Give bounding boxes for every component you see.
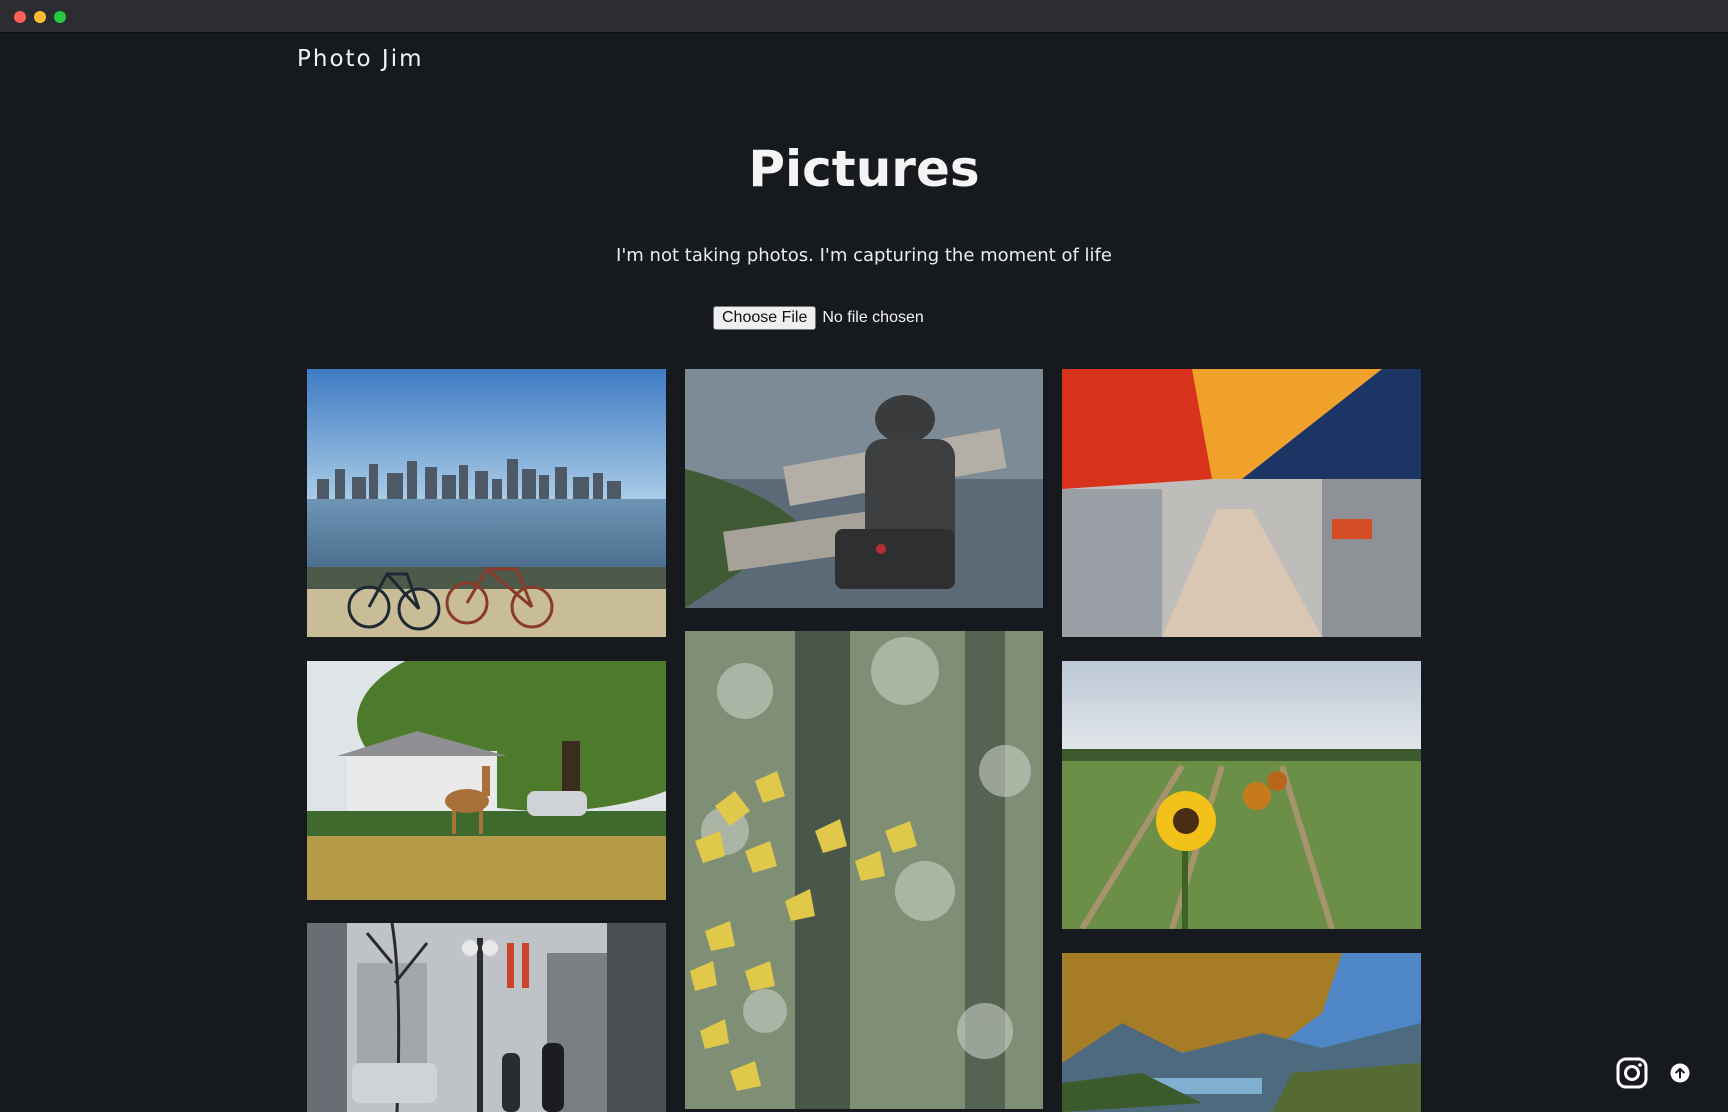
gallery-photo-street[interactable] xyxy=(307,923,666,1112)
gallery-photo-mountains[interactable] xyxy=(1062,953,1421,1112)
page-title: Pictures xyxy=(748,140,980,198)
gallery-photo-market[interactable] xyxy=(1062,369,1421,637)
file-upload: Choose File No file chosen xyxy=(713,306,924,330)
choose-file-button[interactable]: Choose File xyxy=(713,306,817,330)
page-tagline: I'm not taking photos. I'm capturing the… xyxy=(616,245,1112,266)
file-status-text: No file chosen xyxy=(822,309,924,326)
gallery-photo-deer[interactable] xyxy=(307,661,666,900)
scroll-top-icon[interactable] xyxy=(1670,1063,1690,1083)
site-brand[interactable]: Photo Jim xyxy=(297,46,424,72)
gallery-photo-skyline[interactable] xyxy=(307,369,666,637)
instagram-icon[interactable] xyxy=(1616,1057,1648,1089)
gallery-photo-leaves[interactable] xyxy=(685,631,1043,1109)
window-titlebar xyxy=(0,0,1728,33)
minimize-window-button[interactable] xyxy=(34,11,46,23)
maximize-window-button[interactable] xyxy=(54,11,66,23)
close-window-button[interactable] xyxy=(14,11,26,23)
gallery-photo-statue[interactable] xyxy=(685,369,1043,608)
gallery-photo-sunflower[interactable] xyxy=(1062,661,1421,929)
